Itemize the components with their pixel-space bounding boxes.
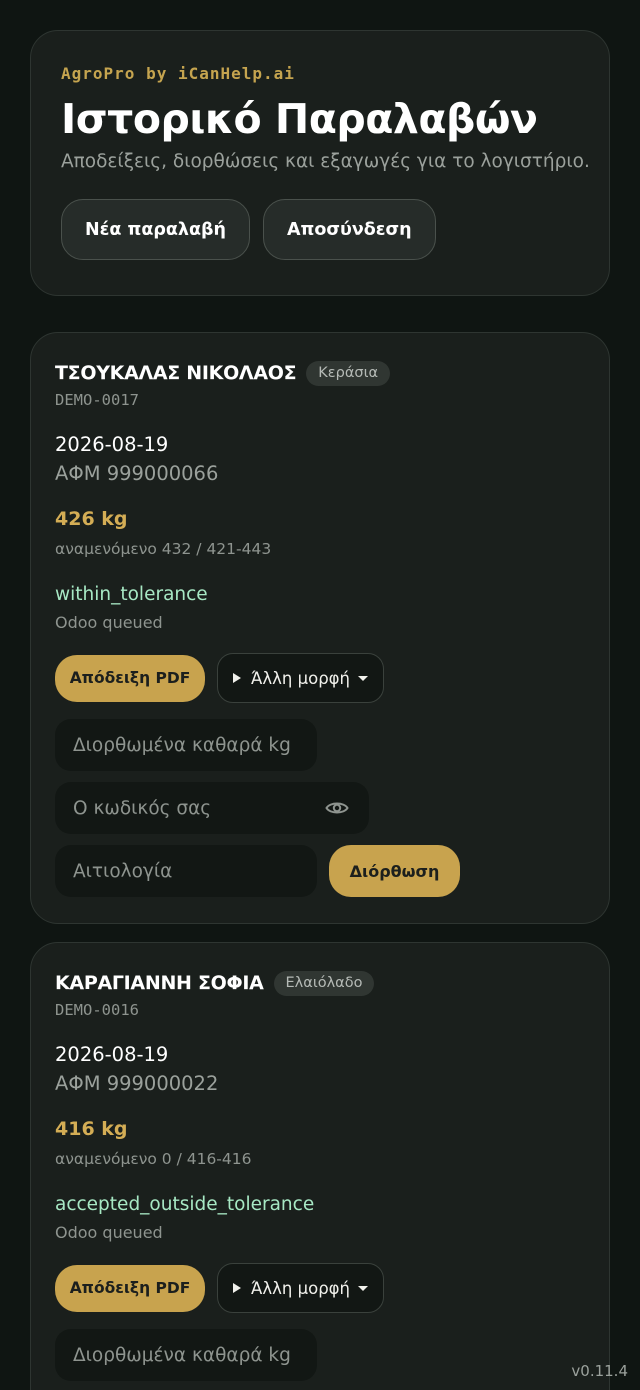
header-card: AgroPro by iCanHelp.ai Ιστορικό Παραλαβώ… xyxy=(30,30,610,296)
page: AgroPro by iCanHelp.ai Ιστορικό Παραλαβώ… xyxy=(0,0,640,1390)
tolerance-status: within_tolerance xyxy=(55,584,208,605)
supplier-name: ΚΑΡΑΓΙΑΝΝΗ ΣΟΦΙΑ xyxy=(55,972,264,994)
receipt-date: 2026-08-19 xyxy=(55,1043,169,1066)
other-format-label: Άλλη μορφή xyxy=(250,1278,351,1298)
receipt-card: ΚΑΡΑΓΙΑΝΝΗ ΣΟΦΙΑ Ελαιόλαδο DEMO-0016 202… xyxy=(30,942,610,1390)
supplier-name: ΤΣΟΥΚΑΛΑΣ ΝΙΚΟΛΑΟΣ xyxy=(55,362,297,384)
other-format-label: Άλλη μορφή xyxy=(250,668,351,688)
reason-placeholder: Αιτιολογία xyxy=(73,860,173,882)
chevron-down-icon xyxy=(358,1285,369,1291)
eye-icon[interactable] xyxy=(325,800,349,816)
sync-status: Odoo queued xyxy=(55,1223,163,1242)
page-title: Ιστορικό Παραλαβών xyxy=(61,95,538,143)
password-placeholder: Ο κωδικός σας xyxy=(73,797,212,819)
expected-weight: αναμενόμενο 0 / 416-416 xyxy=(55,1150,252,1168)
net-weight: 426 kg xyxy=(55,508,128,530)
new-receipt-button[interactable]: Νέα παραλαβή xyxy=(61,199,250,260)
receipt-code: DEMO-0017 xyxy=(55,391,139,409)
brand-label: AgroPro by iCanHelp.ai xyxy=(61,64,295,83)
receipt-actions: Απόδειξη PDF Άλλη μορφή xyxy=(55,1263,585,1313)
corrected-kg-input[interactable]: Διορθωμένα καθαρά kg xyxy=(55,719,317,771)
expected-weight: αναμενόμενο 432 / 421-443 xyxy=(55,540,272,558)
net-weight: 416 kg xyxy=(55,1118,128,1140)
sync-status: Odoo queued xyxy=(55,613,163,632)
supplier-afm: ΑΦΜ 999000066 xyxy=(55,462,219,485)
receipt-date: 2026-08-19 xyxy=(55,433,169,456)
password-input[interactable]: Ο κωδικός σας xyxy=(55,782,369,834)
page-subtitle: Αποδείξεις, διορθώσεις και εξαγωγές για … xyxy=(61,151,590,172)
logout-button[interactable]: Αποσύνδεση xyxy=(263,199,436,260)
disclosure-triangle-icon xyxy=(232,1283,241,1293)
other-format-dropdown[interactable]: Άλλη μορφή xyxy=(217,1263,384,1313)
reason-input[interactable]: Αιτιολογία xyxy=(55,845,317,897)
tolerance-status: accepted_outside_tolerance xyxy=(55,1194,315,1215)
pdf-receipt-button[interactable]: Απόδειξη PDF xyxy=(55,1264,205,1312)
receipt-card: ΤΣΟΥΚΑΛΑΣ ΝΙΚΟΛΑΟΣ Κεράσια DEMO-0017 202… xyxy=(30,332,610,924)
supplier-row: ΚΑΡΑΓΙΑΝΝΗ ΣΟΦΙΑ Ελαιόλαδο xyxy=(55,969,585,997)
supplier-row: ΤΣΟΥΚΑΛΑΣ ΝΙΚΟΛΑΟΣ Κεράσια xyxy=(55,359,585,387)
chevron-down-icon xyxy=(358,675,369,681)
receipt-actions: Απόδειξη PDF Άλλη μορφή xyxy=(55,653,585,703)
header-actions: Νέα παραλαβή Αποσύνδεση xyxy=(61,199,579,260)
product-badge: Κεράσια xyxy=(306,360,391,386)
pdf-receipt-button[interactable]: Απόδειξη PDF xyxy=(55,654,205,702)
reason-row: Αιτιολογία Διόρθωση xyxy=(55,845,585,897)
product-badge: Ελαιόλαδο xyxy=(273,970,375,996)
corrected-kg-input[interactable]: Διορθωμένα καθαρά kg xyxy=(55,1329,317,1381)
corrected-kg-placeholder: Διορθωμένα καθαρά kg xyxy=(73,734,291,756)
disclosure-triangle-icon xyxy=(232,673,241,683)
corrected-kg-placeholder: Διορθωμένα καθαρά kg xyxy=(73,1344,291,1366)
version-label: v0.11.4 xyxy=(571,1362,628,1380)
supplier-afm: ΑΦΜ 999000022 xyxy=(55,1072,219,1095)
receipt-code: DEMO-0016 xyxy=(55,1001,139,1019)
correction-button[interactable]: Διόρθωση xyxy=(329,845,460,897)
other-format-dropdown[interactable]: Άλλη μορφή xyxy=(217,653,384,703)
